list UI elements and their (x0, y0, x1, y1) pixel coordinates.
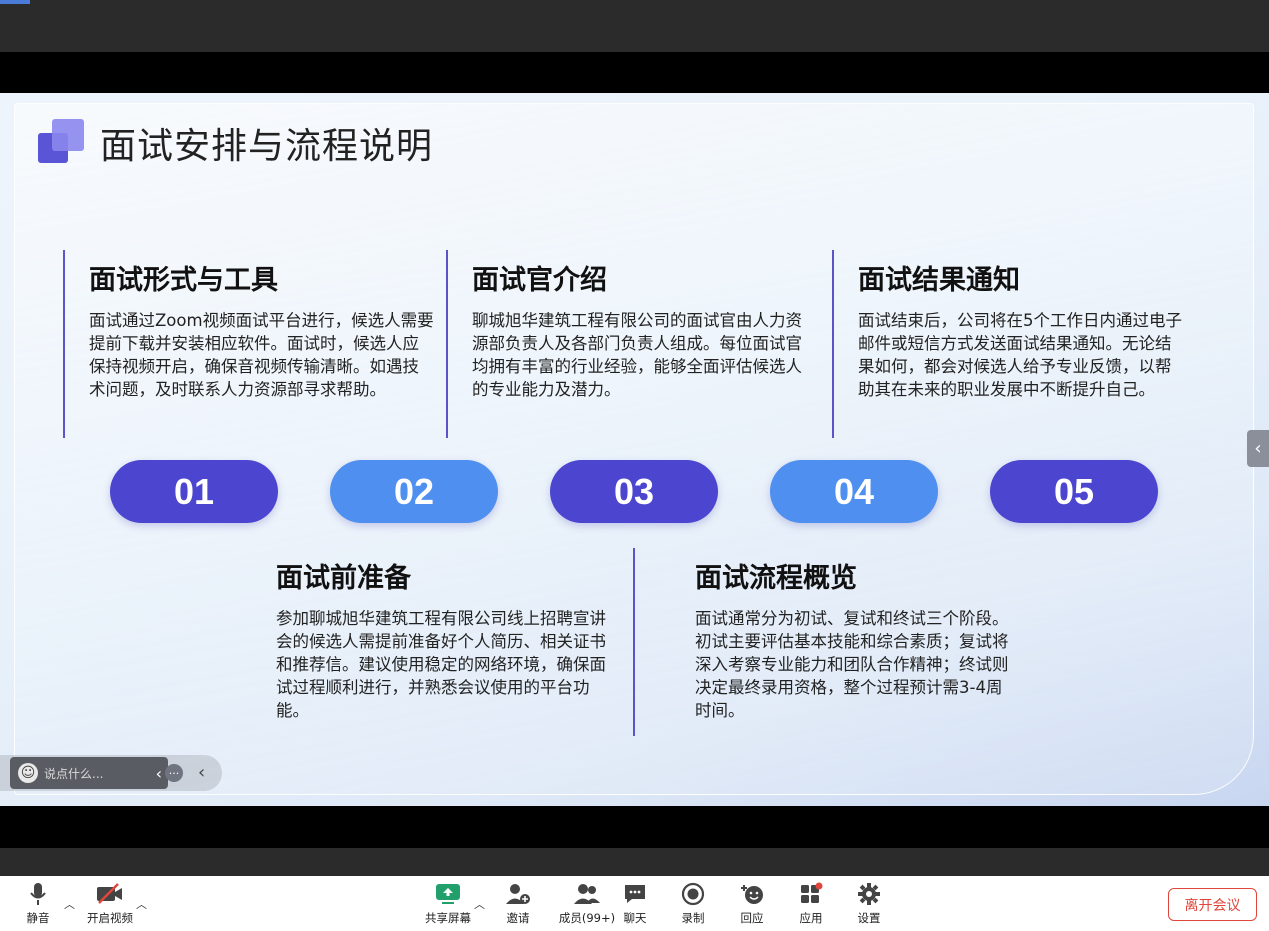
audio-options-caret-icon[interactable]: ︿ (64, 896, 75, 912)
record-label: 录制 (681, 911, 705, 925)
section-result-notice: 面试结果通知 面试结束后，公司将在5个工作日内通过电子邮件或短信方式发送面试结果… (832, 250, 1182, 438)
meeting-prebar (0, 848, 1269, 876)
window-top-bar (0, 0, 1269, 52)
chat-icon (623, 880, 647, 908)
step-pill-01: 01 (110, 460, 278, 523)
step-pill-03: 03 (550, 460, 718, 523)
more-icon[interactable]: ··· (165, 764, 183, 782)
section-preparation: 面试前准备 参加聊城旭华建筑工程有限公司线上招聘宣讲会的候选人需提前准备好个人简… (252, 548, 612, 736)
react-button[interactable]: 回应 (720, 880, 784, 926)
invite-button[interactable]: 邀请 (486, 880, 550, 926)
section-interviewers: 面试官介绍 聊城旭华建筑工程有限公司的面试官由人力资源部负责人及各部门负责人组成… (446, 250, 818, 438)
chat-label: 聊天 (623, 911, 647, 925)
section-heading: 面试流程概览 (695, 563, 857, 594)
react-label: 回应 (740, 911, 764, 925)
title-logo-icon (38, 119, 86, 167)
shared-slide: 面试安排与流程说明 面试形式与工具 面试通过Zoom视频面试平台进行，候选人需要… (0, 93, 1269, 806)
meeting-toolbar: 静音 ︿ 开启视频 ︿ 共享屏幕 ︿ 邀请 成员(99+) 聊天 录制 回应 应… (0, 876, 1269, 931)
start-video-button[interactable]: 开启视频 (78, 880, 142, 926)
leave-meeting-button[interactable]: 离开会议 (1168, 888, 1257, 921)
section-format-tools: 面试形式与工具 面试通过Zoom视频面试平台进行，候选人需要提前下载并安装相应软… (63, 250, 435, 438)
record-icon (681, 880, 705, 908)
settings-button[interactable]: 设置 (837, 880, 901, 926)
reaction-icon (739, 880, 765, 908)
section-body: 面试通过Zoom视频面试平台进行，候选人需要提前下载并安装相应软件。面试时，候选… (89, 311, 434, 399)
apps-icon (799, 880, 823, 908)
mute-label: 静音 (26, 911, 50, 925)
section-heading: 面试官介绍 (472, 265, 607, 296)
settings-label: 设置 (857, 911, 881, 925)
section-body: 参加聊城旭华建筑工程有限公司线上招聘宣讲会的候选人需提前准备好个人简历、相关证书… (276, 609, 606, 720)
section-body: 面试通常分为初试、复试和终试三个阶段。初试主要评估基本技能和综合素质；复试将深入… (695, 609, 1009, 720)
video-off-icon (96, 880, 124, 908)
apps-button[interactable]: 应用 (779, 880, 843, 926)
microphone-icon (29, 880, 47, 908)
slide-title: 面试安排与流程说明 (100, 126, 434, 167)
section-body: 面试结束后，公司将在5个工作日内通过电子邮件或短信方式发送面试结果通知。无论结果… (858, 311, 1182, 399)
invite-label: 邀请 (506, 911, 530, 925)
collapse-chevron-icon[interactable]: ‹ (198, 762, 205, 783)
apps-label: 应用 (799, 911, 823, 925)
section-heading: 面试结果通知 (858, 265, 1020, 296)
step-pill-04: 04 (770, 460, 938, 523)
chat-button[interactable]: 聊天 (603, 880, 667, 926)
step-pill-02: 02 (330, 460, 498, 523)
share-screen-icon (434, 880, 462, 908)
letterbox-bottom (0, 806, 1269, 848)
section-body: 聊城旭华建筑工程有限公司的面试官由人力资源部负责人及各部门负责人组成。每位面试官… (472, 311, 802, 399)
reaction-placeholder: 说点什么... (44, 766, 104, 781)
chevron-left-icon[interactable]: ‹ (156, 764, 162, 783)
step-pill-05: 05 (990, 460, 1158, 523)
side-panel-toggle[interactable]: ‹ (1247, 430, 1269, 467)
members-icon (573, 880, 601, 908)
record-button[interactable]: 录制 (661, 880, 725, 926)
emoji-icon[interactable]: ☺ (18, 763, 38, 783)
gear-icon (857, 880, 881, 908)
section-heading: 面试形式与工具 (89, 265, 278, 296)
share-options-caret-icon[interactable]: ︿ (474, 896, 485, 912)
letterbox-top (0, 52, 1269, 93)
share-screen-label: 共享屏幕 (425, 911, 471, 925)
add-person-icon (505, 880, 531, 908)
section-heading: 面试前准备 (276, 563, 411, 594)
video-options-caret-icon[interactable]: ︿ (136, 896, 147, 912)
top-accent (0, 0, 30, 4)
chevron-left-icon: ‹ (1254, 438, 1262, 459)
start-video-label: 开启视频 (87, 911, 133, 925)
share-screen-button[interactable]: 共享屏幕 (416, 880, 480, 926)
reaction-input[interactable]: ☺ 说点什么... ‹ (10, 757, 168, 789)
mute-button[interactable]: 静音 (6, 880, 70, 926)
section-process-overview: 面试流程概览 面试通常分为初试、复试和终试三个阶段。初试主要评估基本技能和综合素… (633, 548, 1013, 736)
